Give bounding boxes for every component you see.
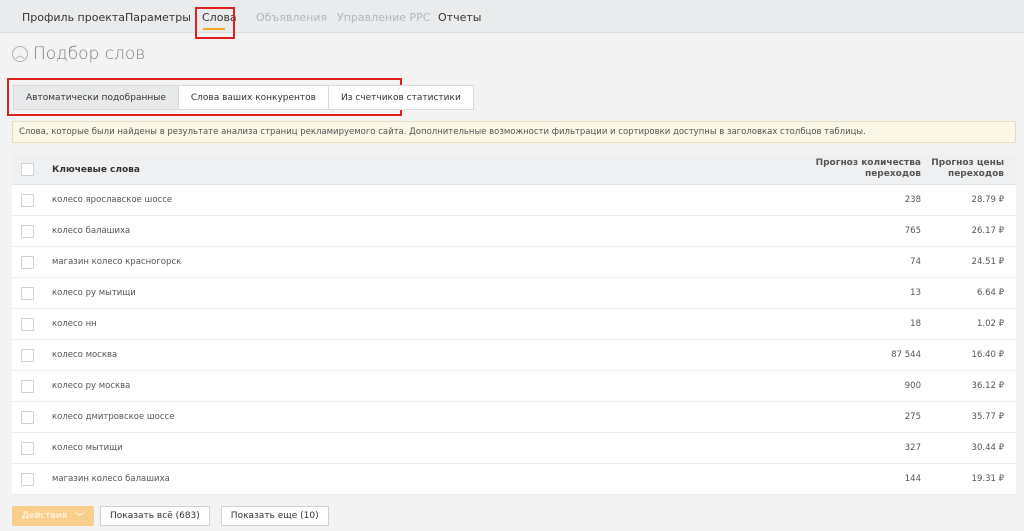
subtab-stat-counters[interactable]: Из счетчиков статистики bbox=[329, 86, 473, 109]
price-cell: 16.40 ₽ bbox=[971, 350, 1004, 360]
actions-dropdown-button[interactable]: Действия ﹀ bbox=[12, 506, 94, 526]
row-checkbox[interactable] bbox=[21, 349, 34, 362]
subtab-auto-selected[interactable]: Автоматически подобранные bbox=[14, 86, 179, 109]
price-cell: 35.77 ₽ bbox=[971, 412, 1004, 422]
table-header: Ключевые слова Прогноз количества перехо… bbox=[12, 154, 1016, 185]
select-all-checkbox[interactable] bbox=[21, 163, 34, 176]
row-checkbox[interactable] bbox=[21, 194, 34, 207]
keyword-cell: колесо москва bbox=[52, 350, 118, 360]
keyword-cell: колесо ярославское шоссе bbox=[52, 195, 173, 205]
table-row: колесо москва 87 544 16.40 ₽ bbox=[12, 340, 1016, 371]
clicks-cell: 18 bbox=[910, 319, 921, 329]
keyword-cell: колесо дмитровское шоссе bbox=[52, 412, 175, 422]
actions-label: Действия bbox=[21, 511, 68, 521]
row-checkbox[interactable] bbox=[21, 287, 34, 300]
clicks-cell: 327 bbox=[904, 443, 921, 453]
show-all-button[interactable]: Показать всё (683) bbox=[100, 506, 210, 526]
keyword-cell: магазин колесо балашиха bbox=[52, 474, 170, 484]
table-row: колесо ру москва 900 36.12 ₽ bbox=[12, 371, 1016, 402]
column-header-price-line2: переходов bbox=[947, 169, 1004, 179]
column-header-clicks-line2: переходов bbox=[864, 169, 921, 179]
row-checkbox[interactable] bbox=[21, 411, 34, 424]
price-cell: 26.17 ₽ bbox=[971, 226, 1004, 236]
chevron-up-icon[interactable]: ︿ bbox=[12, 46, 28, 62]
price-cell: 6.64 ₽ bbox=[976, 288, 1004, 298]
clicks-cell: 87 544 bbox=[891, 350, 921, 360]
table-row: колесо дмитровское шоссе 275 35.77 ₽ bbox=[12, 402, 1016, 433]
column-header-price-line1: Прогноз цены bbox=[931, 158, 1004, 168]
column-header-price-forecast[interactable]: Прогноз цены переходов bbox=[924, 158, 1004, 180]
table-row: колесо нн 18 1.02 ₽ bbox=[12, 309, 1016, 340]
table-footer: Действия ﹀ Показать всё (683) Показать е… bbox=[12, 506, 329, 526]
row-checkbox[interactable] bbox=[21, 442, 34, 455]
clicks-cell: 13 bbox=[910, 288, 921, 298]
column-header-clicks-forecast[interactable]: Прогноз количества переходов bbox=[811, 158, 921, 180]
show-more-button[interactable]: Показать еще (10) bbox=[220, 506, 329, 526]
row-checkbox[interactable] bbox=[21, 256, 34, 269]
tab-project-profile[interactable]: Профиль проекта bbox=[22, 11, 125, 24]
subtab-competitor-words[interactable]: Слова ваших конкурентов bbox=[179, 86, 329, 109]
table-row: колесо мытищи 327 30.44 ₽ bbox=[12, 433, 1016, 464]
tab-ppc-management: Управление PPC bbox=[337, 11, 431, 24]
price-cell: 19.31 ₽ bbox=[971, 474, 1004, 484]
keyword-cell: колесо ру москва bbox=[52, 381, 131, 391]
price-cell: 36.12 ₽ bbox=[971, 381, 1004, 391]
row-checkbox[interactable] bbox=[21, 473, 34, 486]
clicks-cell: 74 bbox=[910, 257, 921, 267]
row-checkbox[interactable] bbox=[21, 225, 34, 238]
table-row: колесо ярославское шоссе 238 28.79 ₽ bbox=[12, 185, 1016, 216]
table-row: колесо ру мытищи 13 6.64 ₽ bbox=[12, 278, 1016, 309]
price-cell: 24.51 ₽ bbox=[971, 257, 1004, 267]
column-header-keywords[interactable]: Ключевые слова bbox=[52, 165, 140, 175]
keyword-cell: колесо ру мытищи bbox=[52, 288, 136, 298]
clicks-cell: 144 bbox=[904, 474, 921, 484]
price-cell: 30.44 ₽ bbox=[971, 443, 1004, 453]
column-header-clicks-line1: Прогноз количества bbox=[815, 158, 921, 168]
tab-ads: Объявления bbox=[256, 11, 328, 24]
tab-parameters[interactable]: Параметры bbox=[125, 11, 191, 24]
clicks-cell: 765 bbox=[904, 226, 921, 236]
keyword-cell: колесо балашиха bbox=[52, 226, 131, 236]
table-row: магазин колесо балашиха 144 19.31 ₽ bbox=[12, 464, 1016, 495]
tab-reports[interactable]: Отчеты bbox=[438, 11, 481, 24]
table-row: магазин колесо красногорск 74 24.51 ₽ bbox=[12, 247, 1016, 278]
clicks-cell: 900 bbox=[904, 381, 921, 391]
clicks-cell: 238 bbox=[904, 195, 921, 205]
row-checkbox[interactable] bbox=[21, 318, 34, 331]
price-cell: 1.02 ₽ bbox=[976, 319, 1004, 329]
keyword-cell: колесо нн bbox=[52, 319, 97, 329]
keyword-cell: колесо мытищи bbox=[52, 443, 123, 453]
highlight-box-words-tab bbox=[195, 7, 235, 39]
row-checkbox[interactable] bbox=[21, 380, 34, 393]
keywords-table: Ключевые слова Прогноз количества перехо… bbox=[12, 154, 1016, 495]
subtabs: Автоматически подобранные Слова ваших ко… bbox=[13, 85, 474, 110]
info-message: Слова, которые были найдены в результате… bbox=[12, 121, 1016, 143]
top-nav: Профиль проекта Параметры Слова Объявлен… bbox=[0, 0, 1024, 33]
clicks-cell: 275 bbox=[904, 412, 921, 422]
page-title: Подбор слов bbox=[33, 44, 146, 64]
price-cell: 28.79 ₽ bbox=[971, 195, 1004, 205]
page-header: ︿ Подбор слов bbox=[12, 44, 145, 64]
table-row: колесо балашиха 765 26.17 ₽ bbox=[12, 216, 1016, 247]
keyword-cell: магазин колесо красногорск bbox=[52, 257, 182, 267]
chevron-down-icon: ﹀ bbox=[75, 512, 85, 523]
